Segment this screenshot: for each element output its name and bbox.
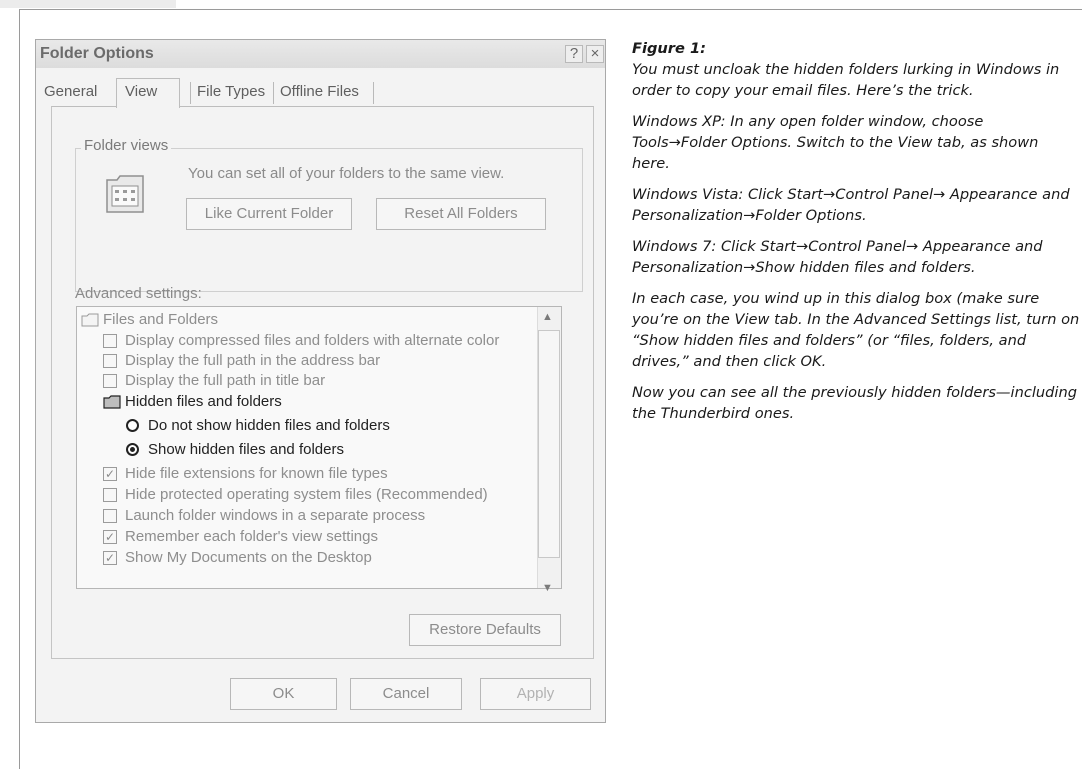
ok-button[interactable]: OK bbox=[230, 678, 337, 710]
reset-all-folders-button[interactable]: Reset All Folders bbox=[376, 198, 546, 230]
scroll-thumb[interactable] bbox=[538, 330, 560, 558]
list-item-label: Launch folder windows in a separate proc… bbox=[125, 507, 426, 524]
folder-views-description: You can set all of your folders to the s… bbox=[188, 165, 505, 182]
list-item-label: Do not show hidden files and folders bbox=[148, 417, 390, 434]
caption-paragraph: In each case, you wind up in this dialog… bbox=[632, 290, 1080, 370]
list-item-label: Display compressed files and folders wit… bbox=[125, 332, 500, 349]
close-button[interactable]: × bbox=[586, 45, 604, 63]
advanced-settings-label: Advanced settings: bbox=[75, 285, 202, 302]
tab-offline-files[interactable]: Offline Files bbox=[280, 80, 359, 106]
checkbox-unchecked[interactable] bbox=[103, 354, 117, 368]
tab-separator bbox=[273, 82, 274, 104]
dialog-title: Folder Options bbox=[40, 45, 154, 62]
radio-show-hidden[interactable] bbox=[126, 443, 139, 456]
caption-paragraph: You must uncloak the hidden folders lurk… bbox=[632, 61, 1060, 99]
checkbox-checked[interactable]: ✓ bbox=[103, 530, 117, 544]
folder-icon bbox=[81, 313, 99, 327]
checkbox-unchecked[interactable] bbox=[103, 334, 117, 348]
list-item-label: Hidden files and folders bbox=[125, 393, 282, 410]
list-item-label: Display the full path in title bar bbox=[125, 372, 326, 389]
list-item-label: Remember each folder's view settings bbox=[125, 528, 378, 545]
tab-general[interactable]: General bbox=[44, 80, 97, 106]
list-item-label: Display the full path in the address bar bbox=[125, 352, 381, 369]
caption-paragraph: Now you can see all the previously hidde… bbox=[632, 384, 1077, 422]
radio-do-not-show[interactable] bbox=[126, 419, 139, 432]
checkbox-unchecked[interactable] bbox=[103, 509, 117, 523]
apply-button[interactable]: Apply bbox=[480, 678, 591, 710]
cancel-button[interactable]: Cancel bbox=[350, 678, 462, 710]
checkbox-checked[interactable]: ✓ bbox=[103, 551, 117, 565]
scroll-up-arrow[interactable]: ▲ bbox=[542, 311, 553, 323]
tab-view[interactable]: View bbox=[125, 80, 157, 106]
folder-views-label: Folder views bbox=[81, 137, 172, 154]
title-bar: Folder Options ? × bbox=[36, 40, 605, 68]
checkbox-unchecked[interactable] bbox=[103, 488, 117, 502]
tab-separator bbox=[373, 82, 374, 104]
caption-paragraph: Windows Vista: Click Start→Control Panel… bbox=[632, 186, 1070, 224]
tab-separator bbox=[190, 82, 191, 104]
caption-paragraph: Windows XP: In any open folder window, c… bbox=[632, 113, 1039, 172]
list-item-label: Show hidden files and folders bbox=[148, 441, 344, 458]
figure-caption: Figure 1: You must uncloak the hidden fo… bbox=[632, 38, 1080, 434]
caption-paragraph: Windows 7: Click Start→Control Panel→ Ap… bbox=[632, 238, 1043, 276]
folder-icon bbox=[103, 395, 121, 409]
folder-view-icon bbox=[106, 175, 144, 213]
like-current-folder-button[interactable]: Like Current Folder bbox=[186, 198, 352, 230]
page-corner-tab bbox=[0, 0, 176, 8]
list-item-label: Hide file extensions for known file type… bbox=[125, 465, 388, 482]
list-item-label: Hide protected operating system files (R… bbox=[125, 486, 488, 503]
help-button[interactable]: ? bbox=[565, 45, 583, 63]
checkbox-checked[interactable]: ✓ bbox=[103, 467, 117, 481]
tab-file-types[interactable]: File Types bbox=[197, 80, 265, 106]
folder-options-dialog: Folder Options ? × General View File Typ… bbox=[35, 39, 606, 723]
list-item-label: Files and Folders bbox=[103, 311, 219, 328]
list-item-label: Show My Documents on the Desktop bbox=[125, 549, 372, 566]
caption-title: Figure 1: bbox=[632, 40, 706, 57]
restore-defaults-button[interactable]: Restore Defaults bbox=[409, 614, 561, 646]
scroll-down-arrow[interactable]: ▼ bbox=[542, 582, 553, 594]
checkbox-unchecked[interactable] bbox=[103, 374, 117, 388]
